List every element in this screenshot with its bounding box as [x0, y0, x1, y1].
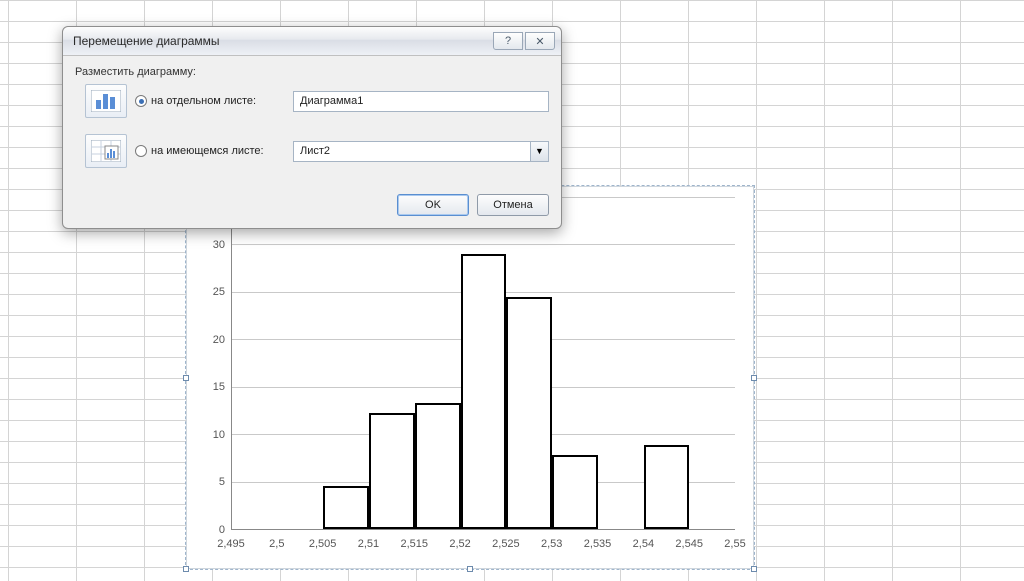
y-tick-label: 20 [193, 334, 225, 346]
x-tick-label: 2,51 [358, 538, 379, 550]
y-tick-label: 5 [193, 476, 225, 488]
histogram-bar [369, 413, 415, 529]
existing-sheet-combo[interactable]: ▼ [293, 141, 549, 162]
histogram-bar [415, 403, 461, 529]
histogram-bar [552, 455, 598, 529]
histogram-bar [644, 445, 690, 529]
radio-existing-sheet[interactable]: на имеющемся листе: [135, 145, 285, 157]
new-sheet-name-input[interactable] [293, 91, 549, 112]
close-button[interactable]: ✕ [525, 32, 555, 50]
radio-new-sheet[interactable]: на отдельном листе: [135, 95, 285, 107]
radio-label: на имеющемся листе: [151, 145, 264, 157]
ok-button[interactable]: OK [397, 194, 469, 216]
chevron-down-icon: ▼ [535, 146, 544, 156]
resize-handle-bottom[interactable] [467, 566, 473, 572]
help-button[interactable]: ? [493, 32, 523, 50]
y-axis: 05101520253035 [193, 197, 231, 530]
x-tick-label: 2,515 [401, 538, 429, 550]
radio-label: на отдельном листе: [151, 95, 256, 107]
move-chart-dialog: Перемещение диаграммы ? ✕ Разместить диа… [62, 26, 562, 229]
existing-sheet-select[interactable] [293, 141, 549, 162]
new-sheet-chart-icon [85, 84, 127, 118]
x-tick-label: 2,53 [541, 538, 562, 550]
option-existing-sheet-row: на имеющемся листе: ▼ [85, 134, 549, 168]
y-tick-label: 30 [193, 239, 225, 251]
resize-handle-bottom-left[interactable] [183, 566, 189, 572]
option-new-sheet-row: на отдельном листе: [85, 84, 549, 118]
histogram-bar [506, 297, 552, 529]
histogram-bar [461, 254, 507, 529]
radio-icon [135, 95, 147, 107]
dialog-title: Перемещение диаграммы [73, 34, 491, 48]
y-tick-label: 25 [193, 286, 225, 298]
ok-label: OK [425, 199, 441, 211]
x-tick-label: 2,54 [633, 538, 654, 550]
x-tick-label: 2,52 [449, 538, 470, 550]
gridline [232, 244, 735, 245]
y-tick-label: 10 [193, 429, 225, 441]
chart-object[interactable]: 05101520253035 2,4952,52,5052,512,5152,5… [186, 186, 754, 569]
cancel-label: Отмена [493, 199, 532, 211]
close-icon: ✕ [535, 35, 544, 48]
dialog-titlebar[interactable]: Перемещение диаграммы ? ✕ [63, 27, 561, 56]
cancel-button[interactable]: Отмена [477, 194, 549, 216]
y-tick-label: 0 [193, 524, 225, 536]
combo-button[interactable]: ▼ [530, 142, 548, 161]
group-label: Разместить диаграмму: [75, 66, 549, 78]
resize-handle-right[interactable] [751, 375, 757, 381]
dialog-buttons: OK Отмена [63, 188, 561, 228]
resize-handle-bottom-right[interactable] [751, 566, 757, 572]
histogram-bar [323, 486, 369, 529]
x-tick-label: 2,5 [269, 538, 284, 550]
help-icon: ? [505, 35, 511, 47]
x-tick-label: 2,535 [584, 538, 612, 550]
plot-area [231, 197, 735, 530]
existing-sheet-chart-icon [85, 134, 127, 168]
dialog-body: Разместить диаграмму: на отдельном листе… [63, 56, 561, 188]
x-tick-label: 2,525 [492, 538, 520, 550]
chart-plot: 05101520253035 2,4952,52,5052,512,5152,5… [193, 197, 735, 558]
y-tick-label: 15 [193, 381, 225, 393]
x-tick-label: 2,495 [217, 538, 245, 550]
x-tick-label: 2,505 [309, 538, 337, 550]
resize-handle-left[interactable] [183, 375, 189, 381]
radio-icon [135, 145, 147, 157]
x-tick-label: 2,55 [724, 538, 745, 550]
x-axis: 2,4952,52,5052,512,5152,522,5252,532,535… [231, 534, 735, 558]
x-tick-label: 2,545 [675, 538, 703, 550]
